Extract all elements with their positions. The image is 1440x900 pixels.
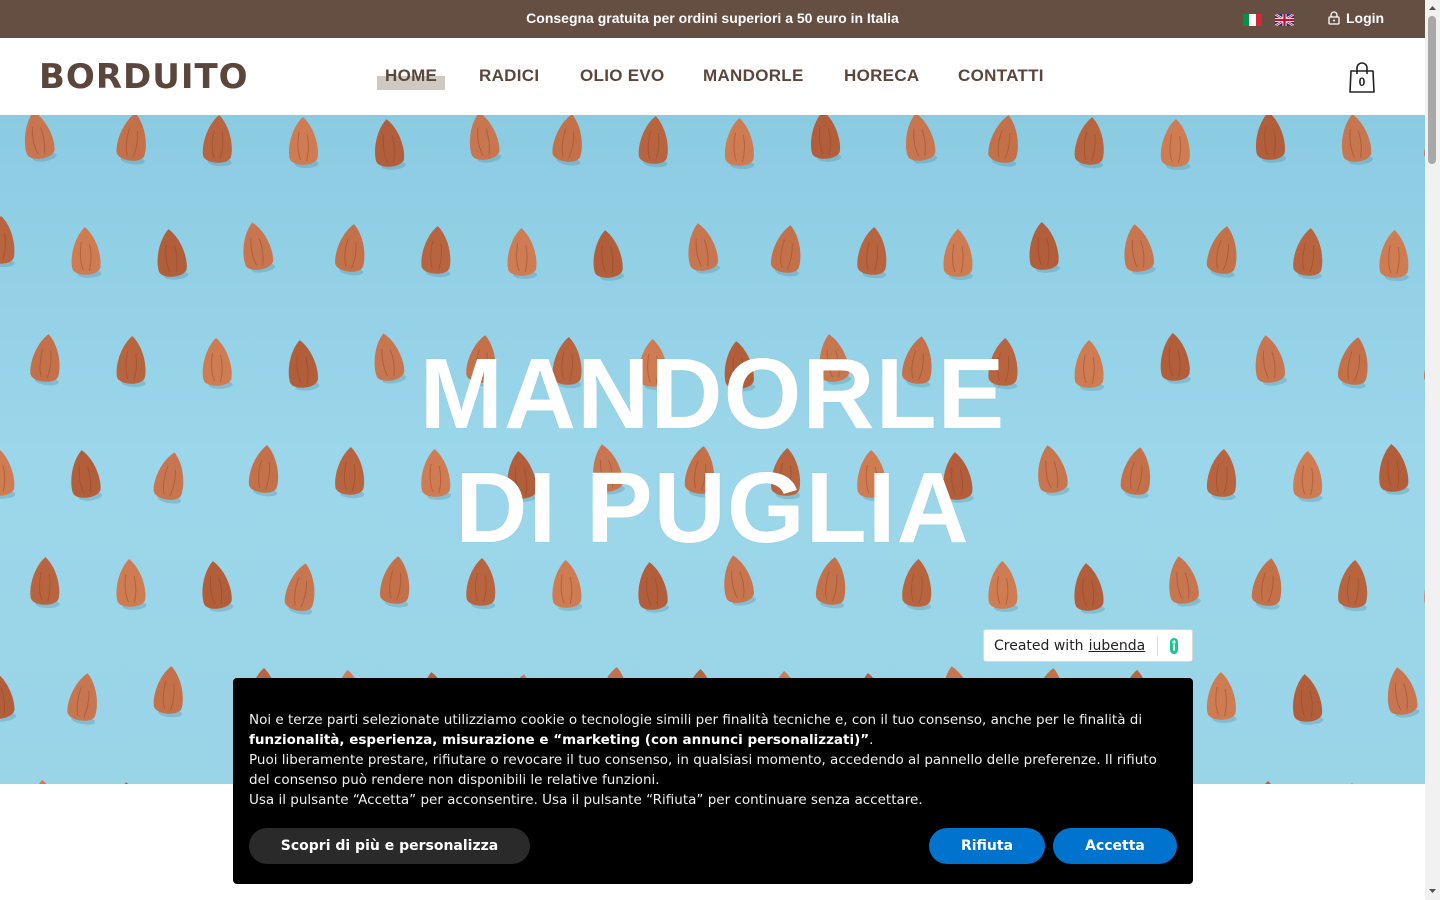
brand-logo[interactable]: BORDUITO bbox=[39, 57, 249, 97]
cookie-consent-banner: Noi e terze parti selezionate utilizziam… bbox=[233, 678, 1193, 884]
site-header: BORDUITO HOME RADICI OLIO EVO MANDORLE H… bbox=[0, 38, 1425, 115]
badge-divider bbox=[1157, 636, 1158, 656]
free-shipping-promo: Consegna gratuita per ordini superiori a… bbox=[526, 10, 899, 26]
nav-item-home[interactable]: HOME bbox=[376, 66, 446, 90]
nav-item-horeca[interactable]: HORECA bbox=[844, 66, 919, 86]
cart-button[interactable]: 0 bbox=[1347, 62, 1377, 94]
cookie-text-line-3: Puoi liberamente prestare, rifiutare o r… bbox=[249, 752, 1157, 788]
english-flag-icon[interactable] bbox=[1275, 14, 1294, 26]
hero-title-line-2: DI PUGLIA bbox=[455, 452, 970, 564]
nav-item-olio-evo[interactable]: OLIO EVO bbox=[580, 66, 665, 86]
hero-title: MANDORLE DI PUGLIA bbox=[0, 337, 1425, 565]
scrollbar-thumb[interactable] bbox=[1428, 16, 1436, 164]
nav-item-radici[interactable]: RADICI bbox=[479, 66, 539, 86]
iubenda-link[interactable]: iubenda bbox=[1089, 638, 1146, 654]
top-announcement-bar: Consegna gratuita per ordini superiori a… bbox=[0, 0, 1425, 38]
page-scrollbar[interactable] bbox=[1425, 0, 1440, 900]
cookie-notice-text: Noi e terze parti selezionate utilizziam… bbox=[249, 710, 1179, 810]
nav-item-contatti[interactable]: CONTATTI bbox=[958, 66, 1044, 86]
cart-count: 0 bbox=[1358, 75, 1366, 89]
scroll-down-arrow-icon[interactable] bbox=[1428, 887, 1437, 895]
iubenda-badge[interactable]: Created with iubenda bbox=[983, 629, 1193, 662]
scroll-up-arrow-icon[interactable] bbox=[1428, 4, 1437, 12]
nav-item-mandorle[interactable]: MANDORLE bbox=[703, 66, 804, 86]
cookie-text-line-1: Noi e terze parti selezionate utilizziam… bbox=[249, 712, 1143, 728]
iubenda-logo-icon bbox=[1169, 637, 1179, 659]
hero-title-line-1: MANDORLE bbox=[419, 338, 1006, 450]
italian-flag-icon[interactable] bbox=[1243, 14, 1262, 26]
login-label: Login bbox=[1346, 10, 1385, 26]
learn-more-customize-button[interactable]: Scopri di più e personalizza bbox=[249, 828, 530, 864]
lock-icon bbox=[1328, 11, 1340, 25]
cookie-line-2-end: . bbox=[869, 732, 874, 748]
cookie-text-line-4: Usa il pulsante “Accetta” per acconsenti… bbox=[249, 792, 923, 808]
login-link[interactable]: Login bbox=[1328, 9, 1384, 27]
reject-button[interactable]: Rifiuta bbox=[929, 828, 1045, 864]
accept-button[interactable]: Accetta bbox=[1053, 828, 1177, 864]
cookie-purposes-bold: funzionalità, esperienza, misurazione e … bbox=[249, 732, 870, 748]
cookie-text-line-2: funzionalità, esperienza, misurazione e … bbox=[249, 730, 1179, 750]
iubenda-prefix: Created with bbox=[994, 637, 1084, 654]
